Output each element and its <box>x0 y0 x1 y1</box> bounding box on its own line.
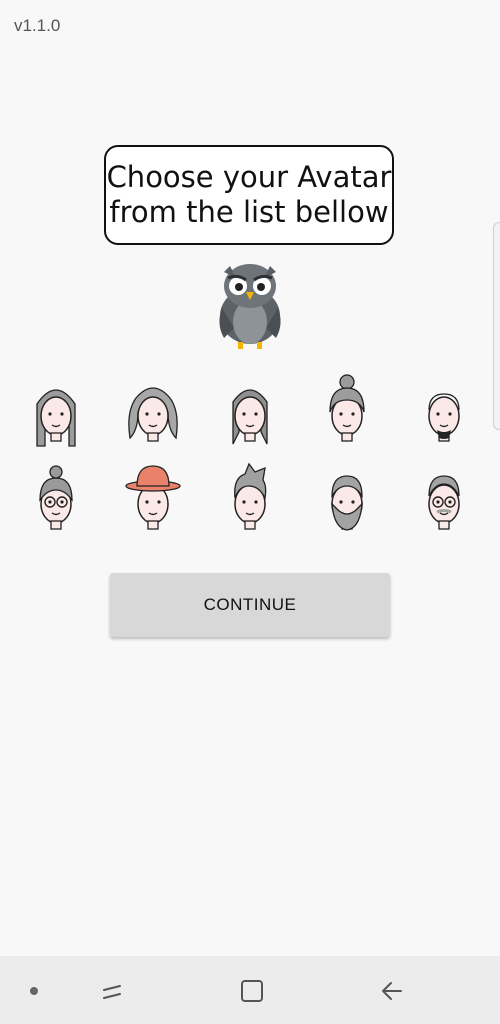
avatar-woman-long-straight-hair-icon <box>36 389 77 447</box>
avatar-woman-bun-glasses-icon <box>39 465 74 530</box>
avatar-bearded-man-icon <box>330 475 363 531</box>
edge-panel-handle[interactable] <box>493 222 500 430</box>
avatar-older-woman-bun-icon <box>329 374 365 442</box>
prompt-line-1: Choose your Avatar <box>106 160 392 194</box>
avatar-option-bearded-man[interactable] <box>298 456 395 544</box>
avatar-bald-man-icon <box>427 393 460 442</box>
continue-button[interactable]: CONTINUE <box>110 573 390 637</box>
avatar-option-bald-man[interactable] <box>395 368 492 456</box>
app-version: v1.1.0 <box>14 16 61 35</box>
avatar-man-spiky-hair-icon <box>234 462 267 530</box>
nav-dot-icon <box>30 987 38 995</box>
avatar-woman-dark-long-hair-icon <box>232 389 268 445</box>
avatar-man-orange-hat-icon <box>125 465 181 530</box>
avatar-option-man-orange-hat[interactable] <box>105 456 202 544</box>
back-icon[interactable] <box>377 976 407 1006</box>
owl-icon <box>219 264 281 349</box>
prompt-bubble: Choose your Avatar from the list bellow <box>104 145 394 245</box>
avatar-option-woman-long-straight-hair[interactable] <box>8 368 105 456</box>
home-icon[interactable] <box>237 976 267 1006</box>
avatar-option-man-spiky-hair[interactable] <box>202 456 299 544</box>
avatar-selection-screen: v1.1.0 Choose your Avatar from the list … <box>0 0 500 1024</box>
recent-apps-icon[interactable] <box>98 976 128 1006</box>
avatar-option-older-man-glasses[interactable] <box>395 456 492 544</box>
avatar-option-older-woman-bun[interactable] <box>298 368 395 456</box>
avatar-older-man-glasses-icon <box>427 475 460 530</box>
avatar-woman-curly-hair-icon <box>128 387 178 442</box>
avatar-grid <box>8 368 492 544</box>
avatar-option-woman-curly-hair[interactable] <box>105 368 202 456</box>
system-navigation-bar <box>0 956 500 1024</box>
avatar-option-woman-bun-glasses[interactable] <box>8 456 105 544</box>
avatar-option-woman-dark-long-hair[interactable] <box>202 368 299 456</box>
prompt-line-2: from the list bellow <box>109 195 389 229</box>
